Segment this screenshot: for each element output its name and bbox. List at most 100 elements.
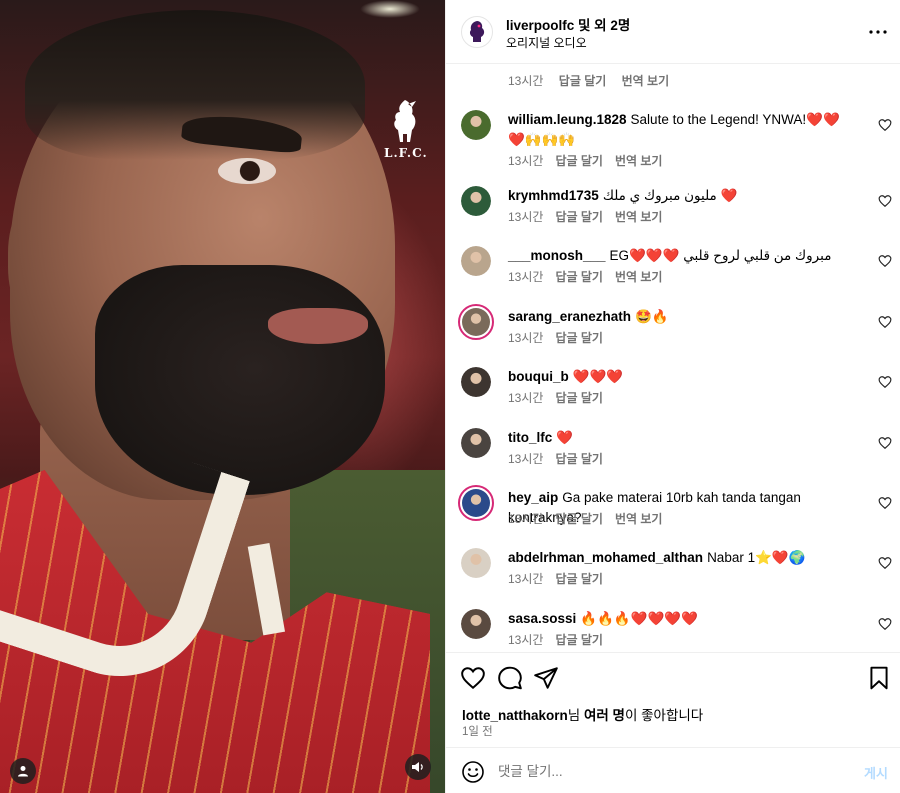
reply-button[interactable]: 답글 달기 (555, 154, 603, 168)
reply-button[interactable]: 답글 달기 (555, 270, 603, 284)
commenter-avatar[interactable] (461, 186, 491, 216)
emoji-icon[interactable] (461, 760, 485, 784)
translate-button[interactable]: 번역 보기 (615, 512, 663, 526)
comment-text: sasa.sossi 🔥🔥🔥❤️❤️❤️❤️ (508, 609, 848, 629)
comment-like-heart-icon[interactable] (878, 617, 892, 631)
reply-button[interactable]: 답글 달기 (555, 572, 603, 586)
reply-button[interactable]: 답글 달기 (555, 210, 603, 224)
avatar-image (461, 367, 491, 397)
translate-button[interactable]: 번역 보기 (615, 210, 663, 224)
comment-time: 13시간 (508, 572, 544, 586)
reply-button[interactable]: 답글 달기 (555, 633, 603, 647)
comment-input[interactable] (498, 760, 828, 782)
comment-username[interactable]: tito_lfc (508, 430, 552, 445)
comment-time: 13시간 (508, 74, 544, 88)
comment-text: bouqui_b ❤️❤️❤️ (508, 367, 848, 387)
comment-text: william.leung.1828 Salute to the Legend! … (508, 110, 848, 150)
bookmark-save-icon[interactable] (866, 665, 892, 691)
likes-suffix1: 님 (567, 708, 584, 723)
commenter-avatar[interactable] (461, 110, 491, 140)
tagged-users-button[interactable] (10, 758, 36, 784)
player-eye (218, 158, 276, 184)
comment-meta: 13시간 답글 달기 (508, 631, 615, 648)
comment-body: Nabar 1⭐❤️🌍 (707, 550, 806, 565)
author-avatar[interactable] (461, 16, 493, 48)
stadium-light (360, 0, 420, 18)
likes-user[interactable]: lotte_natthakorn (462, 708, 568, 723)
avatar-image (461, 428, 491, 458)
comment-like-heart-icon[interactable] (878, 556, 892, 570)
comment-time: 13시간 (508, 452, 544, 466)
reply-button[interactable]: 답글 달기 (555, 391, 603, 405)
commenter-avatar[interactable] (458, 485, 494, 521)
comment-text: ___monosh___ EG❤️❤️❤️ مبروك من قلبي لروح … (508, 246, 848, 266)
comment-meta: 13시간 답글 달기 (508, 389, 615, 406)
comment-username[interactable]: hey_aip (508, 490, 558, 505)
post-age[interactable]: 1일 전 (462, 723, 493, 739)
comment-username[interactable]: sasa.sossi (508, 611, 576, 626)
comment-username[interactable]: bouqui_b (508, 369, 569, 384)
reply-button[interactable]: 답글 달기 (555, 331, 603, 345)
comment-username[interactable]: ___monosh___ (508, 248, 606, 263)
audio-label[interactable]: 오리지널 오디오 (506, 34, 587, 51)
comment-like-heart-icon[interactable] (878, 194, 892, 208)
speaker-icon (412, 762, 423, 772)
comment-meta: 13시간 답글 달기 번역 보기 (508, 208, 674, 225)
translate-button[interactable]: 번역 보기 (615, 154, 663, 168)
comment-like-heart-icon[interactable] (878, 375, 892, 389)
reply-button[interactable]: 답글 달기 (559, 74, 607, 88)
comment-bubble-icon[interactable] (497, 665, 523, 691)
user-icon (18, 766, 28, 777)
share-send-icon[interactable] (533, 665, 559, 691)
avatar-image (461, 609, 491, 639)
comment-meta: 13시간 답글 달기 (508, 329, 615, 346)
commenter-avatar[interactable] (461, 367, 491, 397)
like-heart-icon[interactable] (460, 665, 486, 691)
comment-meta: 13시간 답글 달기 (508, 570, 615, 587)
comment-like-heart-icon[interactable] (878, 496, 892, 510)
commenter-avatar[interactable] (461, 609, 491, 639)
commenter-avatar[interactable] (461, 246, 491, 276)
comment-time: 13시간 (508, 633, 544, 647)
comment-body: EG❤️❤️❤️ مبروك من قلبي لروح قلبي (609, 248, 832, 263)
comment-username[interactable]: abdelrhman_mohamed_althan (508, 550, 703, 565)
comment-composer: 게시 (446, 747, 900, 793)
avatar-image (461, 110, 491, 140)
comment-like-heart-icon[interactable] (878, 436, 892, 450)
comment-like-heart-icon[interactable] (878, 254, 892, 268)
commenter-avatar[interactable] (461, 548, 491, 578)
comment-username[interactable]: sarang_eranezhath (508, 309, 631, 324)
post-author-title[interactable]: liverpoolfc 및 외 2명 (506, 14, 630, 34)
likes-many[interactable]: 여러 명 (584, 708, 625, 723)
more-options-button[interactable] (866, 20, 890, 44)
lfc-logo-text: L.F.C. (384, 146, 428, 160)
reply-button[interactable]: 답글 달기 (555, 512, 603, 526)
audio-toggle-button[interactable] (405, 754, 431, 780)
commenter-avatar[interactable] (458, 304, 494, 340)
comment-username[interactable]: krymhmd1735 (508, 188, 599, 203)
post-header: liverpoolfc 및 외 2명 오리지널 오디오 (446, 0, 900, 64)
comment-like-heart-icon[interactable] (878, 315, 892, 329)
post-actions-bar: lotte_natthakorn님 여러 명이 좋아합니다 1일 전 (446, 652, 900, 747)
reply-button[interactable]: 답글 달기 (555, 452, 603, 466)
comment-text: abdelrhman_mohamed_althan Nabar 1⭐❤️🌍 (508, 548, 848, 568)
commenter-avatar[interactable] (461, 428, 491, 458)
comment-body: ❤️ (556, 430, 574, 445)
avatar-image (462, 489, 490, 517)
comment-time: 13시간 (508, 391, 544, 405)
comment-time: 13시간 (508, 512, 544, 526)
avatar-image (461, 246, 491, 276)
comment-time: 13시간 (508, 270, 544, 284)
comment-time: 13시간 (508, 154, 544, 168)
more-horizontal-icon (869, 30, 887, 34)
translate-button[interactable]: 번역 보기 (622, 74, 670, 88)
post-side-panel: liverpoolfc 및 외 2명 오리지널 오디오 13시간 답글 달기 번… (445, 0, 900, 793)
comment-username[interactable]: william.leung.1828 (508, 112, 627, 127)
comment-like-heart-icon[interactable] (878, 118, 892, 132)
post-media[interactable]: L.F.C. (0, 0, 445, 793)
post-comment-button[interactable]: 게시 (864, 763, 888, 782)
likes-summary[interactable]: lotte_natthakorn님 여러 명이 좋아합니다 (462, 704, 703, 724)
translate-button[interactable]: 번역 보기 (615, 270, 663, 284)
comment-meta: 13시간 답글 달기 번역 보기 (508, 152, 674, 169)
comment-body: 🔥🔥🔥❤️❤️❤️❤️ (580, 611, 698, 626)
